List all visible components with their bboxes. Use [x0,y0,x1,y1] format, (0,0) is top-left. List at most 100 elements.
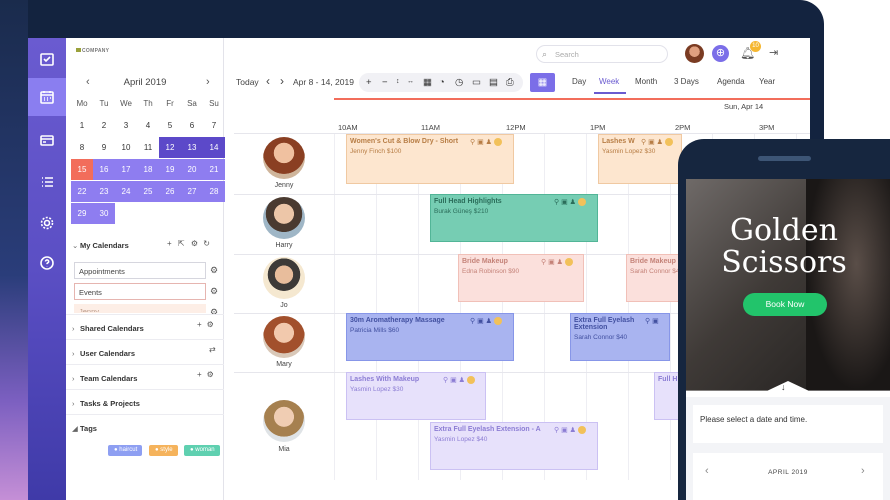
view-year[interactable]: Year [759,77,775,86]
user-avatar[interactable] [685,44,704,63]
month-label: APRIL 2019 [768,469,808,476]
mini-calendar-day[interactable]: 27 [181,181,203,202]
calendar-jenny[interactable]: Jenny [74,304,206,313]
mini-calendar-day[interactable]: 12 [159,137,181,158]
appointment-card[interactable]: Bride Makeup Edna Robinson $90 ⚲ ▣ ♟ [458,254,584,302]
tags-section[interactable]: ◢ Tags [72,424,97,433]
mini-calendar-day[interactable]: 8 [71,137,93,158]
view-3-days[interactable]: 3 Days [674,77,699,86]
mini-calendar-day[interactable]: 14 [203,137,225,158]
time-label: 12PM [506,123,526,132]
create-button[interactable]: ⊕ [712,45,729,62]
gear-icon[interactable]: ⚙ [207,320,214,329]
view-day[interactable]: Day [572,77,586,86]
zoom-in-icon[interactable]: + [366,77,372,88]
appointment-card[interactable]: 30m Aromatherapy Massage Patricia Mills … [346,313,514,361]
my-calendars-section[interactable]: ⌄ My Calendars [72,241,129,250]
appointment-card[interactable]: Lashes With Makeup Yasmin Lopez $30 ⚲ ▣ … [346,372,486,420]
mini-calendar-day[interactable]: 24 [115,181,137,202]
mini-next-icon[interactable]: › [206,76,210,88]
chart-icon[interactable]: ◔ [439,77,445,88]
mini-calendar-day[interactable]: 17 [115,159,137,180]
tag-haircut[interactable]: ● haircut [108,445,143,456]
collapse-icon[interactable]: ↕ [396,78,400,85]
expand-icon[interactable]: ↔ [407,78,414,85]
zoom-out-icon[interactable]: − [382,77,388,88]
arrow-down-icon[interactable]: ↓ [781,382,786,392]
mini-calendar-day[interactable]: 2 [93,115,115,136]
gear-icon[interactable]: ⚙ [210,286,218,297]
team-calendars-section[interactable]: › Team Calendars [72,374,137,383]
refresh-icon[interactable]: ↻ [203,239,210,248]
share-icon[interactable]: ⇱ [178,239,185,248]
shared-calendars-section[interactable]: › Shared Calendars [72,324,144,333]
mini-calendar-day[interactable]: 1 [71,115,93,136]
rail-help-icon[interactable] [28,244,66,282]
chevron-right-icon[interactable]: › [861,465,865,477]
view-agenda[interactable]: Agenda [717,77,745,86]
rail-settings-icon[interactable] [28,204,66,242]
gear-icon[interactable]: ⚙ [207,370,214,379]
add-icon[interactable]: + [197,320,202,329]
gear-icon[interactable]: ⚙ [210,307,218,314]
book-now-button[interactable]: Book Now [743,293,827,316]
mini-calendar-day[interactable]: 29 [71,203,93,224]
rail-tasks-icon[interactable] [28,40,66,78]
mini-calendar-day[interactable]: 11 [137,137,159,158]
calendar-events[interactable]: Events [74,283,206,300]
view-month[interactable]: Month [635,77,657,86]
mini-calendar-day[interactable]: 18 [137,159,159,180]
grid-view-icon[interactable]: ▦ [530,73,555,92]
appointment-card[interactable]: Women's Cut & Blow Dry - Short Jenny Fin… [346,134,514,184]
today-button[interactable]: Today [236,77,259,87]
mini-calendar-day[interactable]: 7 [203,115,225,136]
rail-card-icon[interactable] [28,121,66,159]
mini-calendar-day[interactable]: 15 [71,159,93,180]
tag-woman[interactable]: ● woman [184,445,220,456]
print-icon[interactable]: ⎙ [506,77,514,88]
search-input[interactable]: ⌕ Search [536,45,668,63]
appointment-card[interactable]: Lashes W Yasmin Lopez $30 ⚲ ▣ ♟ [598,134,682,184]
mini-calendar-day[interactable]: 13 [181,137,203,158]
mini-calendar-day[interactable]: 26 [159,181,181,202]
prev-week-icon[interactable]: ‹ [266,74,270,88]
view-week[interactable]: Week [599,77,619,86]
appointment-card[interactable]: Bride Makeup Sarah Connor $40 [626,254,686,302]
mini-calendar-day[interactable]: 19 [159,159,181,180]
calendar-appointments[interactable]: Appointments [74,262,206,279]
mini-calendar-day[interactable]: 5 [159,115,181,136]
appointment-card[interactable]: Extra Full Eyelash Extension Sarah Conno… [570,313,670,361]
appointment-card[interactable]: Extra Full Eyelash Extension - A Yasmin … [430,422,598,470]
mini-calendar-day[interactable]: 10 [115,137,137,158]
mini-calendar-day[interactable]: 21 [203,159,225,180]
tag-style[interactable]: ● style [149,445,178,456]
clock-icon[interactable]: ◷ [455,77,463,88]
resource-icon[interactable]: ▭ [472,77,481,88]
rail-list-icon[interactable] [28,163,66,201]
mini-calendar-day[interactable]: 22 [71,181,93,202]
add-icon[interactable]: + [197,370,202,379]
appointment-card[interactable]: Full Head Highlights Burak Güneş $210 ⚲ … [430,194,598,242]
list-icon[interactable]: ▤ [489,77,498,88]
mini-calendar-day[interactable]: 28 [203,181,225,202]
mini-calendar-day[interactable]: 9 [93,137,115,158]
gear-icon[interactable]: ⚙ [191,239,198,248]
mini-calendar-day[interactable]: 25 [137,181,159,202]
user-calendars-section[interactable]: › User Calendars [72,349,135,358]
mini-calendar-day[interactable]: 6 [181,115,203,136]
mini-calendar-day[interactable]: 16 [93,159,115,180]
logout-icon[interactable]: ⇥ [769,46,778,59]
gear-icon[interactable]: ⚙ [210,265,218,276]
tasks-projects-section[interactable]: › Tasks & Projects [72,399,140,408]
rail-calendar-icon[interactable] [28,78,66,116]
next-week-icon[interactable]: › [280,74,284,88]
mini-calendar-day[interactable]: 20 [181,159,203,180]
mini-calendar-day[interactable]: 4 [137,115,159,136]
add-calendar-icon[interactable]: + [167,239,172,248]
mini-calendar-day[interactable]: 3 [115,115,137,136]
sort-icon[interactable]: ⇄ [209,345,216,354]
note-icon: ▣ [548,259,555,266]
mini-calendar-day[interactable]: 23 [93,181,115,202]
calendar-icon[interactable]: ▦ [423,77,432,88]
mini-calendar-day[interactable]: 30 [93,203,115,224]
